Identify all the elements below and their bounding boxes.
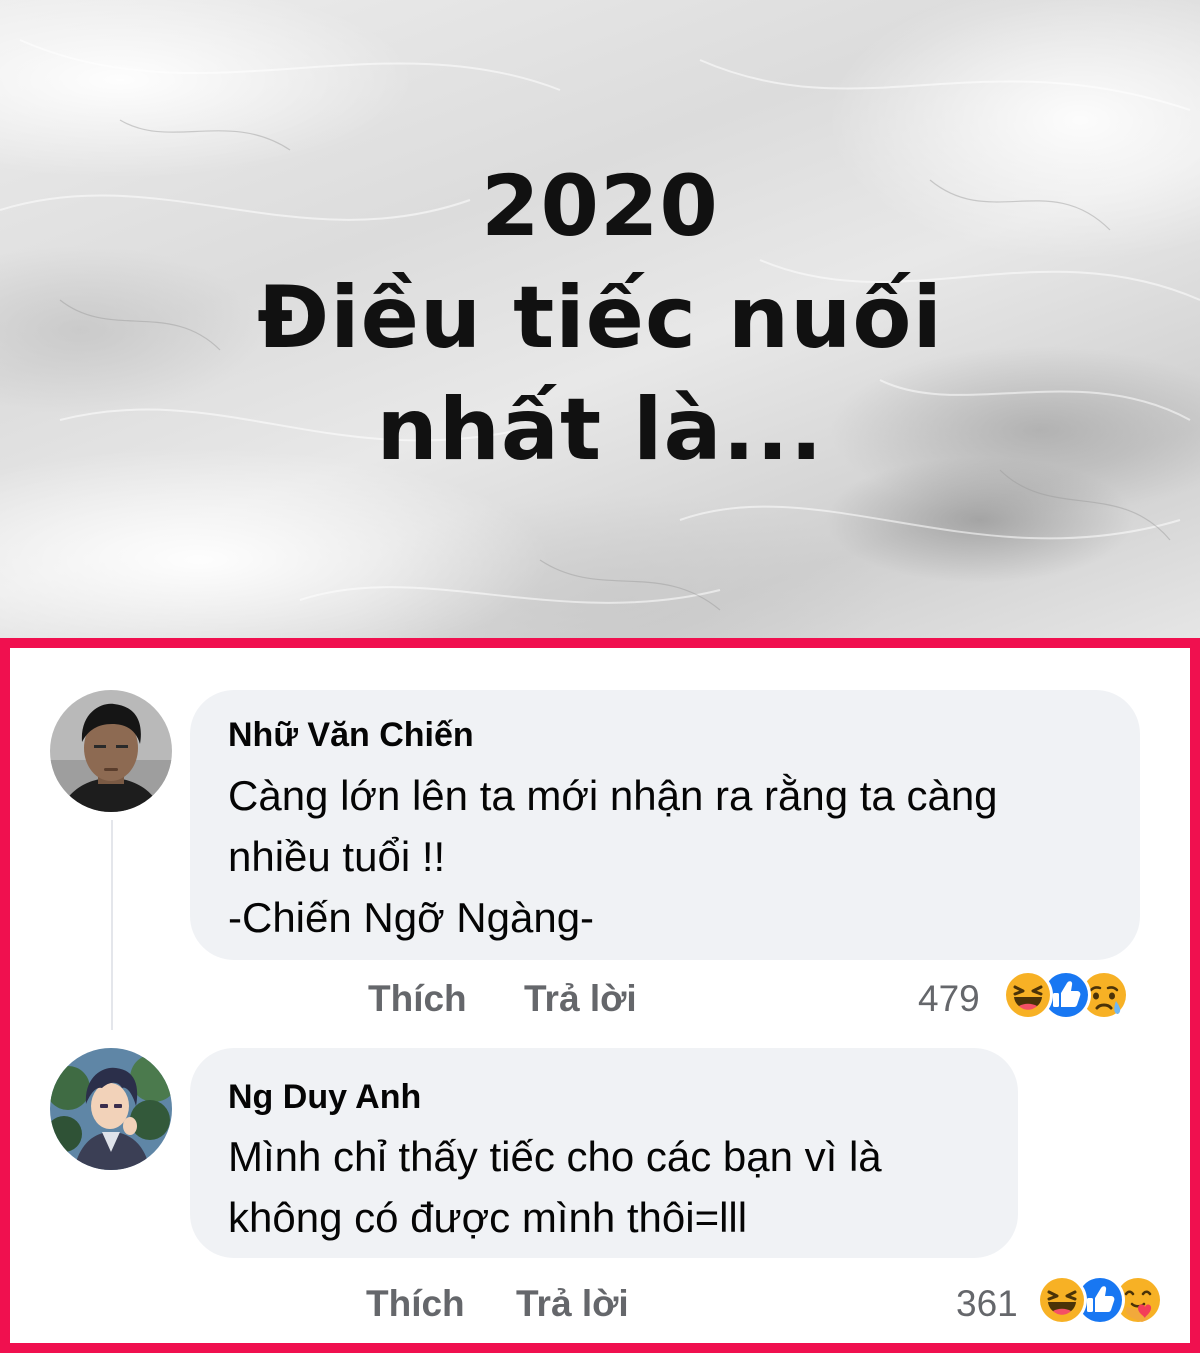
avatar[interactable] bbox=[50, 1048, 172, 1170]
comment-author[interactable]: Ng Duy Anh bbox=[228, 1078, 421, 1117]
haha-icon bbox=[1037, 1275, 1087, 1325]
thread-line bbox=[111, 820, 113, 1030]
post-image-caption: 2020 Điều tiếc nuối nhất là... bbox=[0, 150, 1200, 486]
comment-author[interactable]: Nhữ Văn Chiến bbox=[228, 716, 474, 755]
reply-button[interactable]: Trả lời bbox=[524, 978, 637, 1020]
avatar[interactable] bbox=[50, 690, 172, 812]
caption-line-1: 2020 bbox=[481, 157, 719, 255]
haha-icon bbox=[1003, 970, 1053, 1020]
post-image[interactable]: 2020 Điều tiếc nuối nhất là... bbox=[0, 0, 1200, 642]
like-button[interactable]: Thích bbox=[368, 978, 467, 1020]
reaction-summary[interactable] bbox=[1002, 969, 1152, 1021]
reply-button[interactable]: Trả lời bbox=[516, 1283, 629, 1325]
caption-line-2: Điều tiếc nuối bbox=[257, 268, 943, 368]
caption-line-3: nhất là... bbox=[376, 380, 824, 480]
reaction-summary[interactable] bbox=[1036, 1274, 1186, 1326]
comments-panel: Nhữ Văn Chiến Càng lớn lên ta mới nhận r… bbox=[0, 638, 1200, 1353]
comment-text: Càng lớn lên ta mới nhận ra rằng ta càng… bbox=[228, 772, 998, 941]
reaction-count[interactable]: 479 bbox=[918, 978, 980, 1020]
like-button[interactable]: Thích bbox=[366, 1283, 465, 1325]
avatar-anime-icon bbox=[50, 1048, 172, 1170]
comment-text: Mình chỉ thấy tiếc cho các bạn vì là khô… bbox=[228, 1133, 882, 1241]
reaction-count[interactable]: 361 bbox=[956, 1283, 1018, 1325]
avatar-photo-icon bbox=[50, 690, 172, 812]
